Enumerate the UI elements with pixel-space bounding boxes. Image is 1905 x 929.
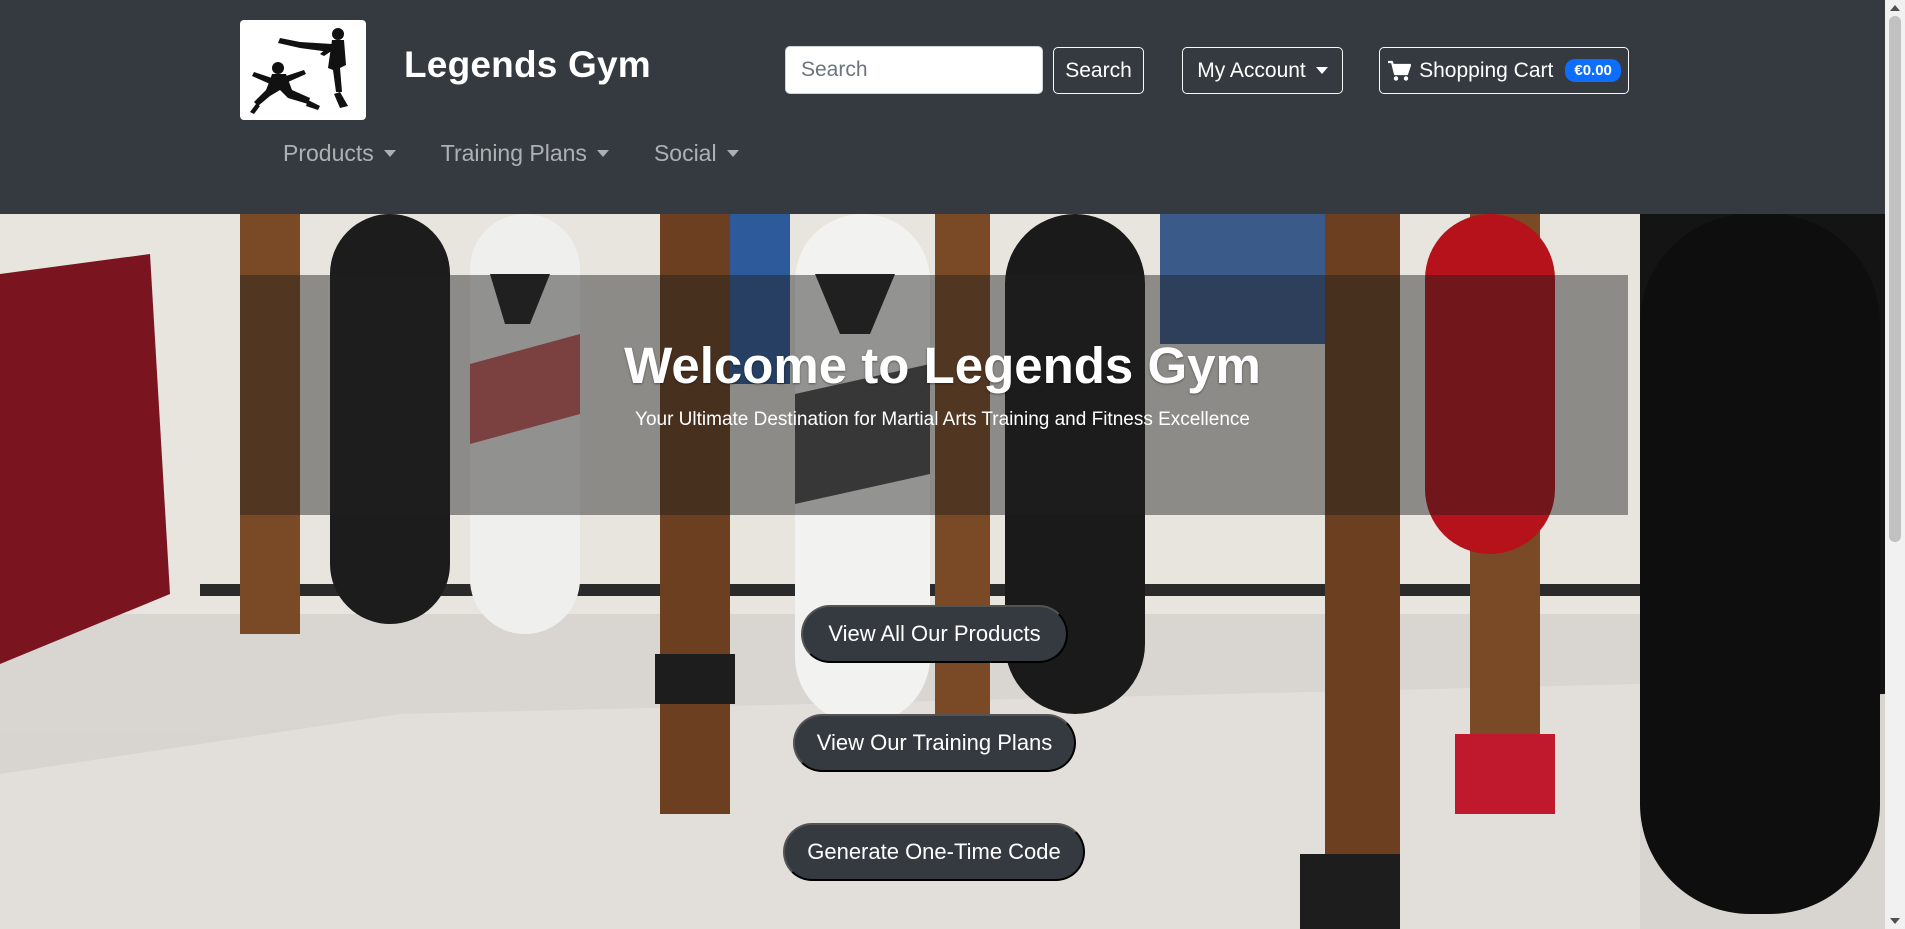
search-button[interactable]: Search	[1053, 47, 1144, 94]
nav-item-label: Products	[283, 140, 374, 166]
view-training-plans-button[interactable]: View Our Training Plans	[793, 714, 1076, 772]
nav-item-social[interactable]: Social	[654, 140, 739, 167]
scroll-up-icon[interactable]	[1890, 5, 1900, 11]
cart-icon	[1388, 60, 1412, 81]
view-products-button[interactable]: View All Our Products	[801, 605, 1068, 663]
nav-item-label: Social	[653, 140, 717, 166]
chevron-down-icon	[383, 150, 396, 157]
shopping-cart-button[interactable]: Shopping Cart €0.00	[1379, 47, 1629, 94]
chevron-down-icon	[1315, 67, 1328, 74]
main-nav: Products Training Plans Social	[283, 140, 739, 167]
scrollbar-thumb[interactable]	[1889, 16, 1901, 542]
hero-title: Welcome to Legends Gym	[624, 337, 1261, 394]
generate-code-button[interactable]: Generate One-Time Code	[783, 823, 1085, 881]
hero-overlay	[240, 275, 1628, 515]
hero-section: Welcome to Legends Gym Your Ultimate Des…	[0, 214, 1885, 929]
site-header: Legends Gym Search My Account Shopping C…	[0, 0, 1885, 214]
brand-title[interactable]: Legends Gym	[404, 44, 651, 86]
cart-total-badge: €0.00	[1565, 59, 1621, 82]
nav-item-label: Training Plans	[440, 140, 587, 166]
my-account-label: My Account	[1197, 58, 1306, 82]
page-scrollbar[interactable]	[1885, 0, 1905, 929]
nav-item-training-plans[interactable]: Training Plans	[441, 140, 609, 167]
my-account-dropdown[interactable]: My Account	[1182, 47, 1343, 94]
scroll-down-icon[interactable]	[1890, 918, 1900, 924]
cart-label: Shopping Cart	[1419, 58, 1554, 82]
nav-item-products[interactable]: Products	[283, 140, 396, 167]
search-input[interactable]	[785, 46, 1043, 94]
chevron-down-icon	[596, 150, 609, 157]
logo-icon[interactable]	[240, 20, 366, 120]
hero-subtitle: Your Ultimate Destination for Martial Ar…	[635, 409, 1250, 430]
chevron-down-icon	[726, 150, 739, 157]
